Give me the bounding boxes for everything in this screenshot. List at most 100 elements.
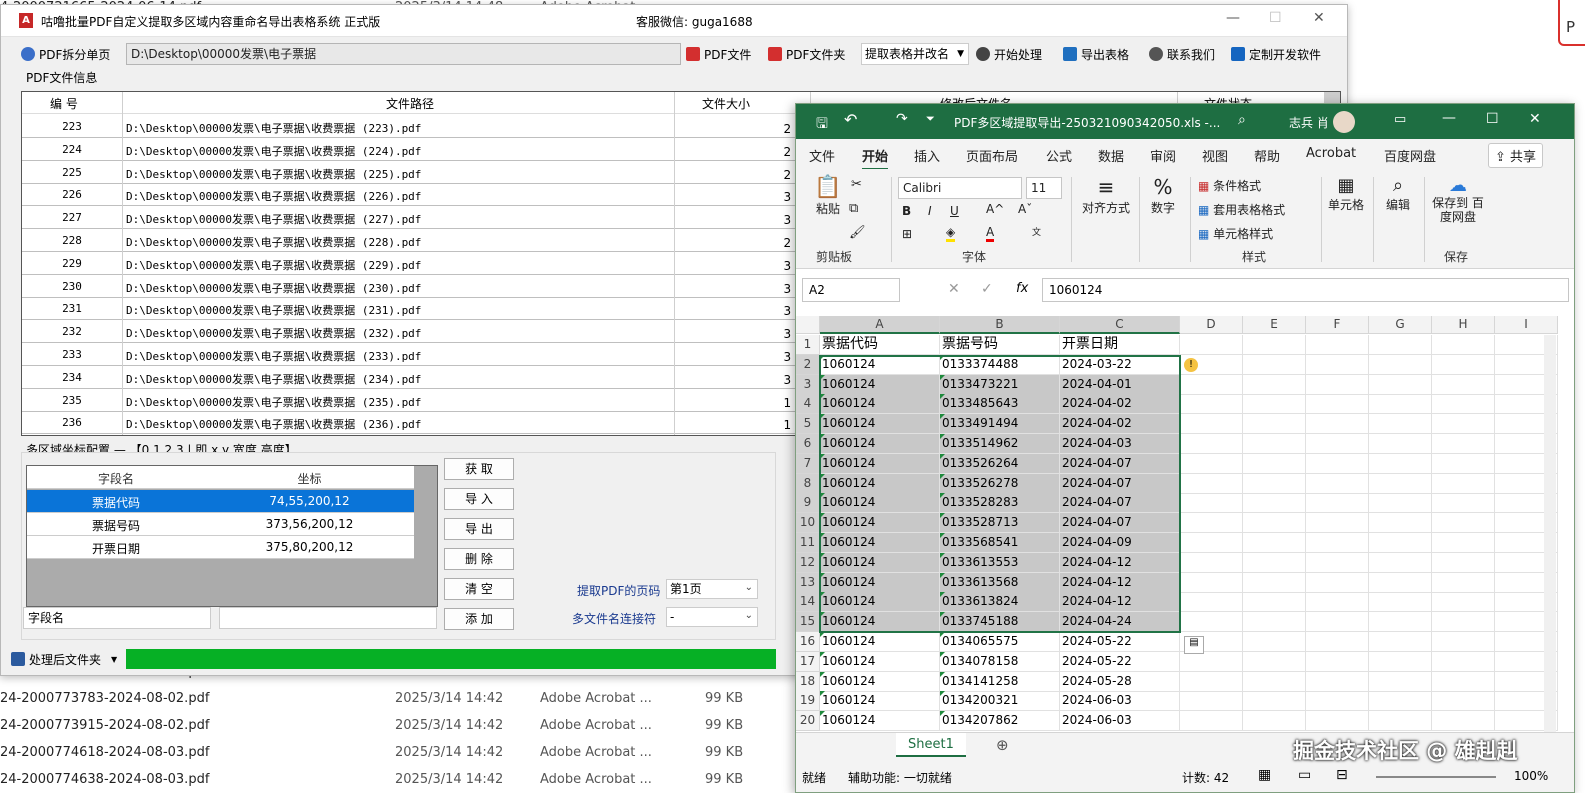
undo-icon[interactable]: ↶ [844, 110, 857, 129]
page-layout-icon[interactable]: ▭ [1298, 767, 1311, 783]
border-icon[interactable]: ⊞ [902, 227, 912, 241]
cell[interactable] [1432, 453, 1495, 474]
cell[interactable]: 0134207862 [940, 711, 1060, 732]
cell[interactable]: 0133374488 [940, 354, 1060, 375]
row-header[interactable]: 5 [796, 414, 820, 435]
row-header[interactable]: 11 [796, 533, 820, 553]
cell[interactable]: 1060124 [820, 394, 940, 415]
sheet-tab[interactable]: Sheet1 [896, 733, 966, 757]
italic-icon[interactable]: I [928, 204, 932, 218]
cell-style-button[interactable]: ▦ 单元格样式 [1198, 225, 1273, 242]
cell[interactable] [1306, 414, 1369, 435]
coord-input[interactable] [219, 607, 437, 629]
row-header[interactable]: 14 [796, 592, 820, 613]
row-header[interactable]: 16 [796, 632, 820, 652]
cell[interactable] [1180, 592, 1243, 613]
add-button[interactable]: 添 加 [444, 608, 514, 630]
cell[interactable]: 0134141258 [940, 671, 1060, 692]
cell[interactable] [1243, 414, 1306, 435]
cell[interactable] [1369, 632, 1432, 652]
column-header[interactable]: B [940, 316, 1060, 334]
cell[interactable] [1306, 592, 1369, 613]
cell[interactable] [1243, 651, 1306, 672]
cell[interactable] [1180, 612, 1243, 633]
row-header[interactable]: 19 [796, 691, 820, 712]
cell[interactable] [1369, 354, 1432, 375]
row-header[interactable]: 8 [796, 473, 820, 494]
row-header[interactable]: 15 [796, 612, 820, 633]
cell[interactable]: 1060124 [820, 453, 940, 474]
cell[interactable] [1369, 552, 1432, 573]
cell[interactable]: 0133613824 [940, 592, 1060, 613]
cell[interactable] [1432, 632, 1495, 652]
cell[interactable] [1369, 691, 1432, 712]
import-button[interactable]: 导 入 [444, 488, 514, 510]
cell[interactable]: 1060124 [820, 572, 940, 593]
cell[interactable]: 0133485643 [940, 394, 1060, 415]
cell[interactable] [1432, 374, 1495, 395]
cell[interactable] [1432, 354, 1495, 375]
cell[interactable] [1180, 513, 1243, 534]
cell[interactable] [1243, 691, 1306, 712]
row-header[interactable]: 12 [796, 552, 820, 573]
explorer-row[interactable]: 24-2000773915-2024-08-02.pdf 2025/3/14 14… [0, 712, 780, 738]
cell[interactable] [1180, 691, 1243, 712]
cell[interactable] [1432, 592, 1495, 613]
config-grid[interactable]: 字段名 坐标 票据代码 74,55,200,12 票据号码 373,56,200,12… [26, 465, 438, 607]
cell[interactable] [1306, 572, 1369, 593]
cell[interactable] [1432, 533, 1495, 553]
cell[interactable]: 2024-04-07 [1060, 473, 1180, 494]
cell[interactable]: 1060124 [820, 671, 940, 692]
cell[interactable] [1369, 453, 1432, 474]
cell[interactable]: 开票日期 [1060, 335, 1180, 355]
cell[interactable] [1369, 335, 1432, 355]
cell[interactable] [1369, 592, 1432, 613]
cell[interactable] [1180, 671, 1243, 692]
grow-font-icon[interactable]: A^ [986, 202, 1004, 216]
pdf-file-button[interactable]: PDF文件 [686, 43, 751, 65]
zoom-slider[interactable] [1376, 776, 1496, 778]
close-icon[interactable]: ✕ [1313, 10, 1325, 26]
cell[interactable] [1306, 612, 1369, 633]
column-header[interactable]: D [1180, 316, 1243, 334]
cell[interactable] [1180, 414, 1243, 435]
avatar[interactable] [1333, 111, 1355, 133]
mode-select[interactable]: 提取表格并改名 ▼ [861, 43, 969, 65]
config-row[interactable]: 开票日期 375,80,200,12 [27, 536, 414, 559]
column-header[interactable]: A [820, 316, 940, 334]
cell[interactable] [1369, 612, 1432, 633]
cell[interactable]: 2024-04-07 [1060, 493, 1180, 514]
cell[interactable] [1180, 374, 1243, 395]
column-header[interactable]: E [1243, 316, 1306, 334]
cell[interactable]: 1060124 [820, 612, 940, 633]
cell[interactable]: 0133473221 [940, 374, 1060, 395]
cell[interactable]: 0133514962 [940, 434, 1060, 454]
cell[interactable]: 1060124 [820, 533, 940, 553]
column-header[interactable]: I [1495, 316, 1558, 334]
output-folder-button[interactable]: 处理后文件夹 ▼ [11, 649, 117, 669]
minimize-icon[interactable]: — [1226, 10, 1240, 26]
column-header[interactable]: H [1432, 316, 1495, 334]
cell[interactable]: 2024-04-24 [1060, 612, 1180, 633]
cell[interactable]: 2024-03-22 [1060, 354, 1180, 375]
start-button[interactable]: 开始处理 [976, 43, 1042, 65]
format-painter-icon[interactable]: 🖌 [849, 225, 866, 240]
add-sheet-icon[interactable]: ⊕ [996, 736, 1009, 754]
cell[interactable] [1306, 691, 1369, 712]
function-icon[interactable]: fx [1016, 281, 1028, 296]
tab-data[interactable]: 数据 [1098, 146, 1124, 165]
pdf-folder-button[interactable]: PDF文件夹 [768, 43, 845, 65]
cell[interactable] [1243, 354, 1306, 375]
row-header[interactable]: 18 [796, 671, 820, 692]
cell[interactable]: 2024-05-22 [1060, 632, 1180, 652]
cell[interactable] [1243, 513, 1306, 534]
row-header[interactable]: 2 [796, 354, 820, 375]
tab-baidu[interactable]: 百度网盘 [1384, 146, 1436, 165]
close-icon[interactable]: ✕ [1529, 111, 1541, 127]
quick-analysis-icon[interactable]: ▤ [1184, 636, 1204, 654]
cell[interactable] [1243, 671, 1306, 692]
cell[interactable] [1306, 493, 1369, 514]
cell[interactable] [1432, 394, 1495, 415]
alignment-button[interactable]: ≡ 对齐方式 [1076, 175, 1136, 216]
cell[interactable] [1243, 711, 1306, 732]
